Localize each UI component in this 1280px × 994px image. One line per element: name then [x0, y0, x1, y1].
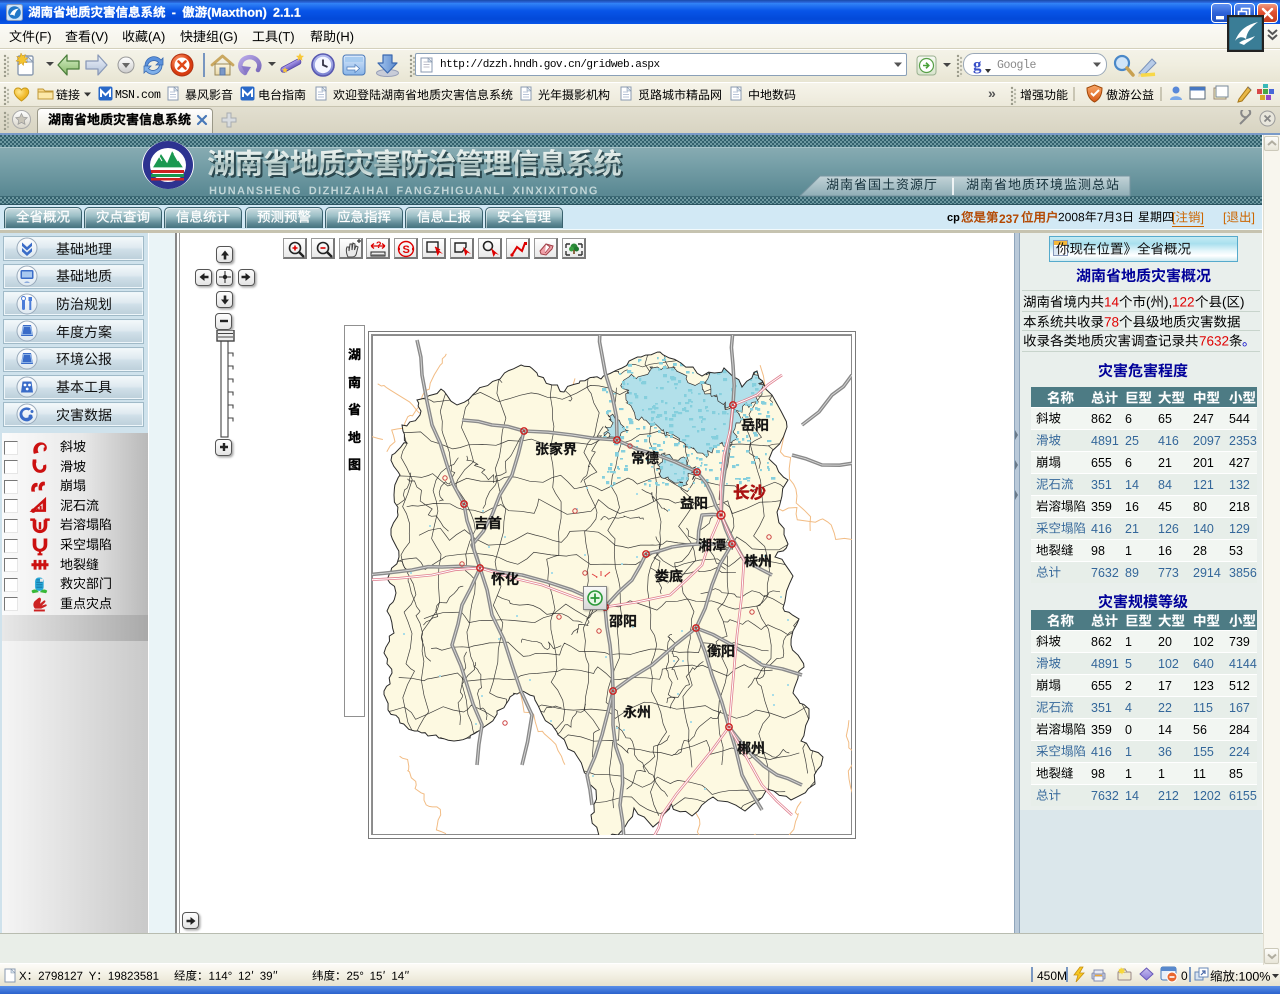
svg-text:?: ? [376, 240, 382, 250]
svg-text:S: S [403, 244, 410, 256]
